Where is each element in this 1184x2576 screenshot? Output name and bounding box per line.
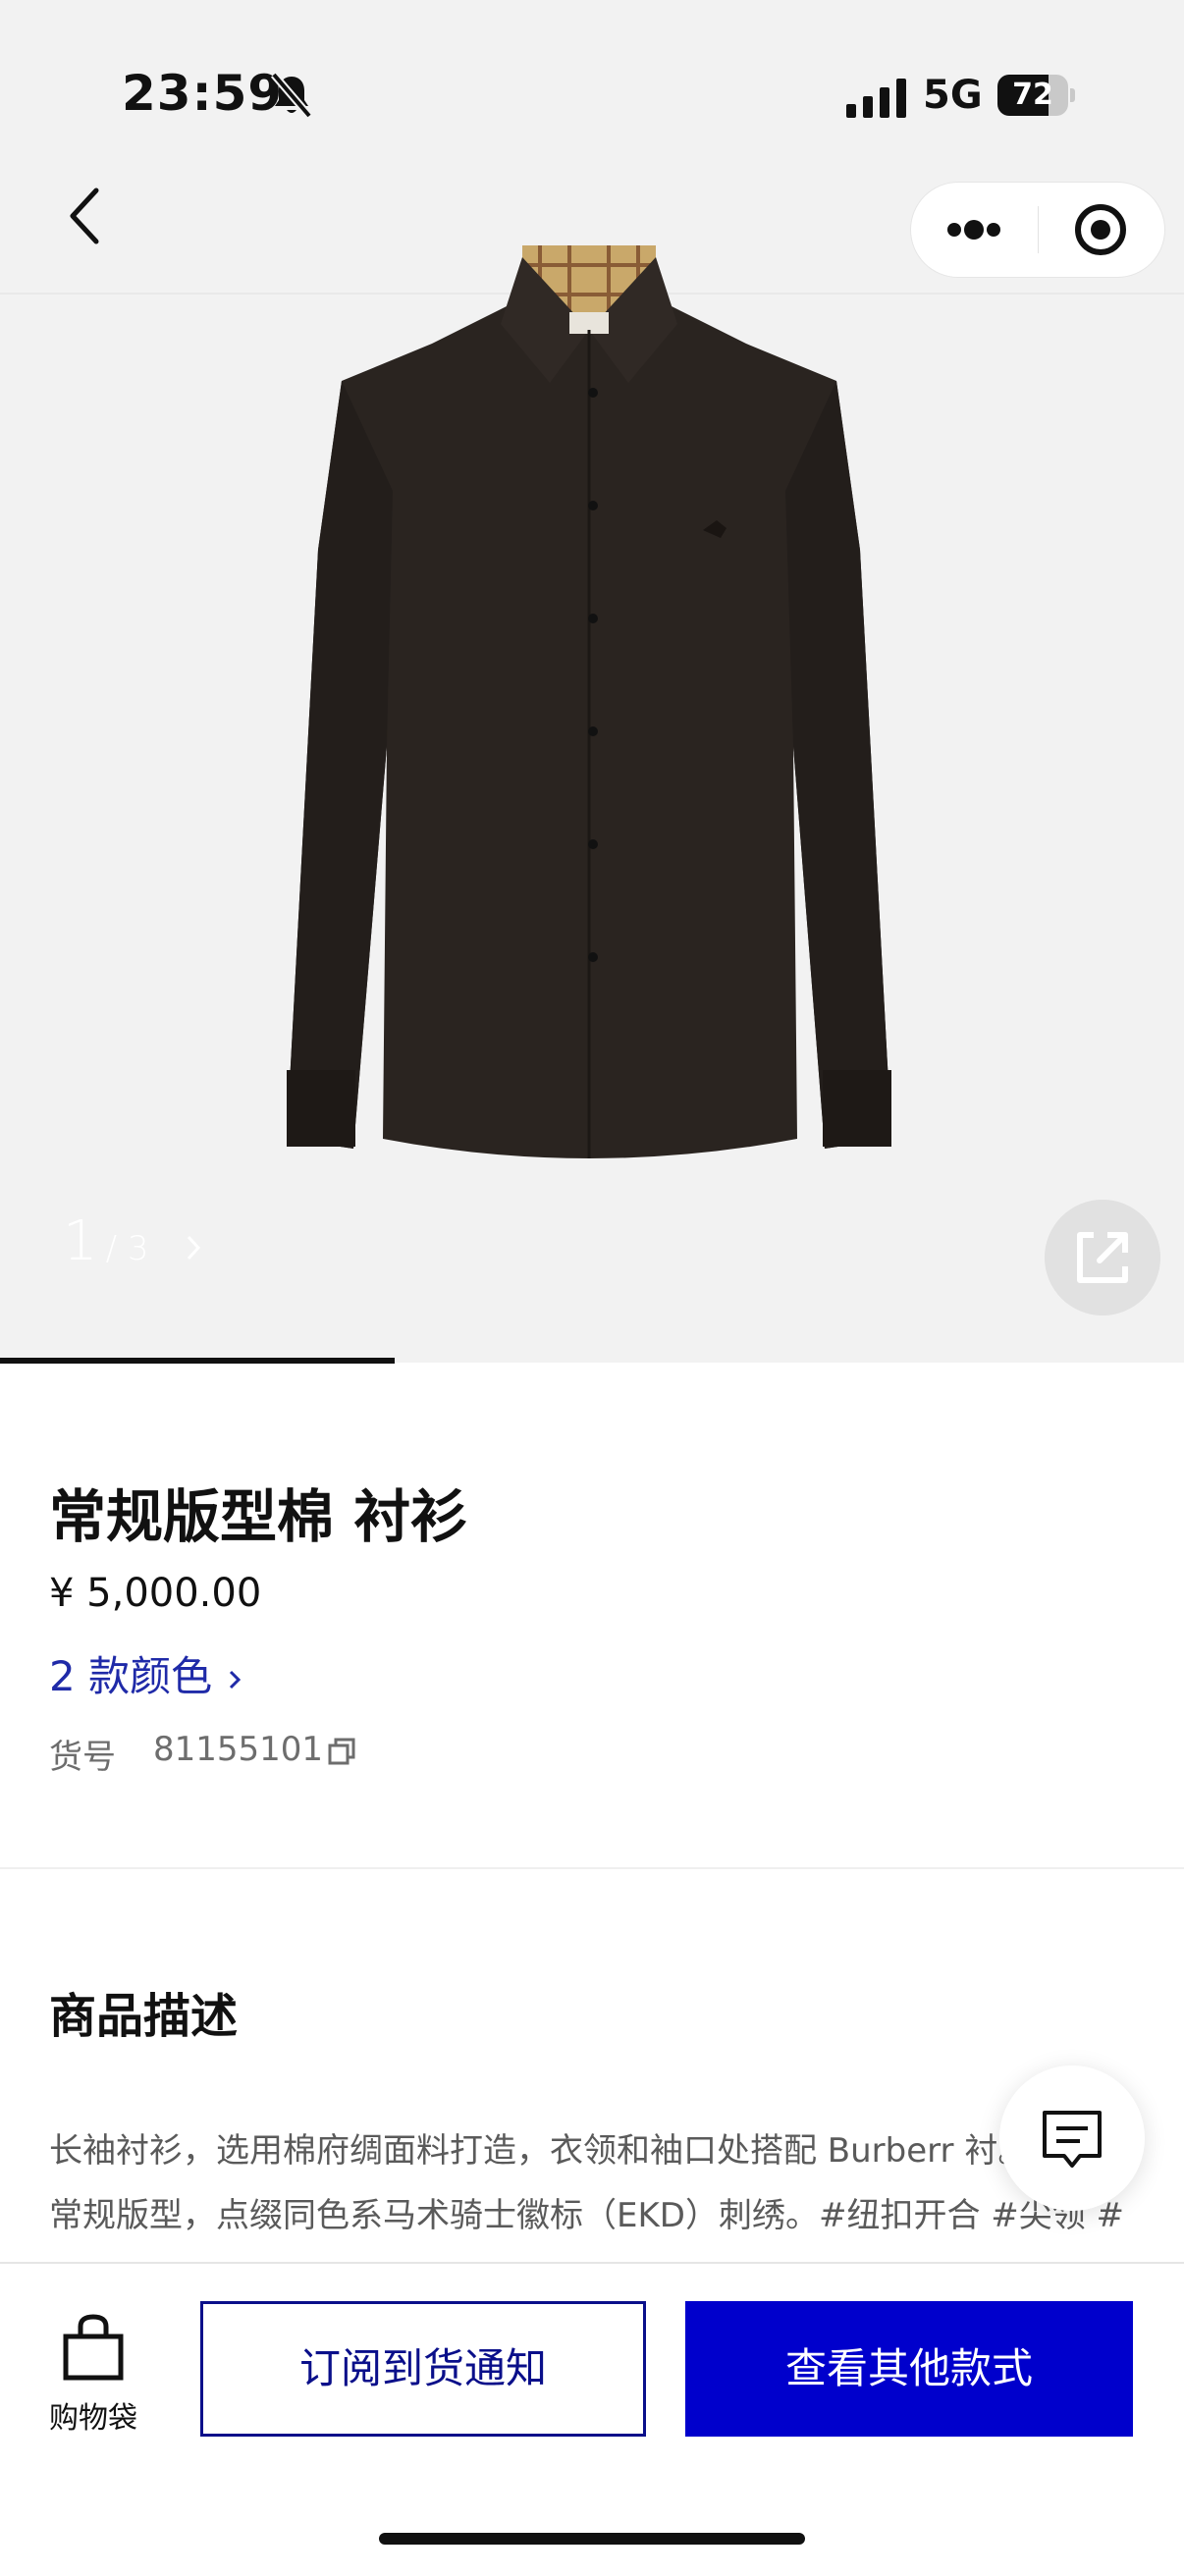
description-text: 长袖衬衫，选用棉府绸面料打造，衣领和袖口处搭配 Burberr 衬。呈现常规版型… <box>49 2131 1125 2266</box>
image-counter: 1/ 3 <box>63 1209 149 1273</box>
status-bar: 23:59 5G 72 <box>0 0 1184 187</box>
view-other-styles-button[interactable]: 查看其他款式 <box>685 2301 1133 2437</box>
shopping-bag-label: 购物袋 <box>49 2401 137 2436</box>
chevron-right-icon <box>230 1670 242 1690</box>
target-icon[interactable] <box>1038 183 1164 277</box>
description-heading: 商品描述 <box>49 1989 239 2044</box>
subscribe-restock-button[interactable]: 订阅到货通知 <box>200 2301 646 2437</box>
colors-link-label: 2 款颜色 <box>49 1652 213 1700</box>
status-time: 23:59 <box>122 65 284 122</box>
colors-link[interactable]: 2 款颜色 <box>49 1643 242 1703</box>
copy-icon[interactable] <box>326 1736 357 1767</box>
mini-program-capsule <box>911 183 1164 277</box>
bottom-action-bar: 购物袋 订阅到货通知 查看其他款式 <box>0 2262 1184 2576</box>
more-dots-icon[interactable] <box>911 183 1038 277</box>
battery-indicator: 72 <box>997 75 1075 116</box>
sku-label: 货号 <box>49 1738 116 1777</box>
shopping-bag-button[interactable]: 购物袋 <box>29 2313 157 2436</box>
gallery-progress-bar <box>0 1358 395 1364</box>
product-price: ¥ 5,000.00 <box>49 1571 262 1616</box>
mute-icon <box>270 73 313 119</box>
image-counter-total: / 3 <box>105 1229 149 1268</box>
image-counter-current: 1 <box>63 1209 98 1273</box>
signal-icon <box>846 79 906 118</box>
shopping-bag-icon <box>63 2314 124 2381</box>
product-gallery[interactable]: 23:59 5G 72 1 / 3 <box>0 0 1184 1364</box>
share-icon[interactable] <box>1045 1200 1160 1315</box>
section-divider <box>0 1867 1184 1869</box>
home-indicator <box>379 2533 805 2545</box>
sku-value: 81155101 <box>153 1730 324 1769</box>
battery-percent: 72 <box>1012 78 1053 112</box>
back-arrow-icon[interactable] <box>53 177 122 255</box>
chevron-right-icon[interactable] <box>185 1233 202 1262</box>
chat-icon[interactable] <box>999 2066 1145 2211</box>
product-image <box>287 245 891 1158</box>
product-title: 常规版型棉 衬衫 <box>49 1483 468 1550</box>
network-label: 5G <box>923 73 983 118</box>
